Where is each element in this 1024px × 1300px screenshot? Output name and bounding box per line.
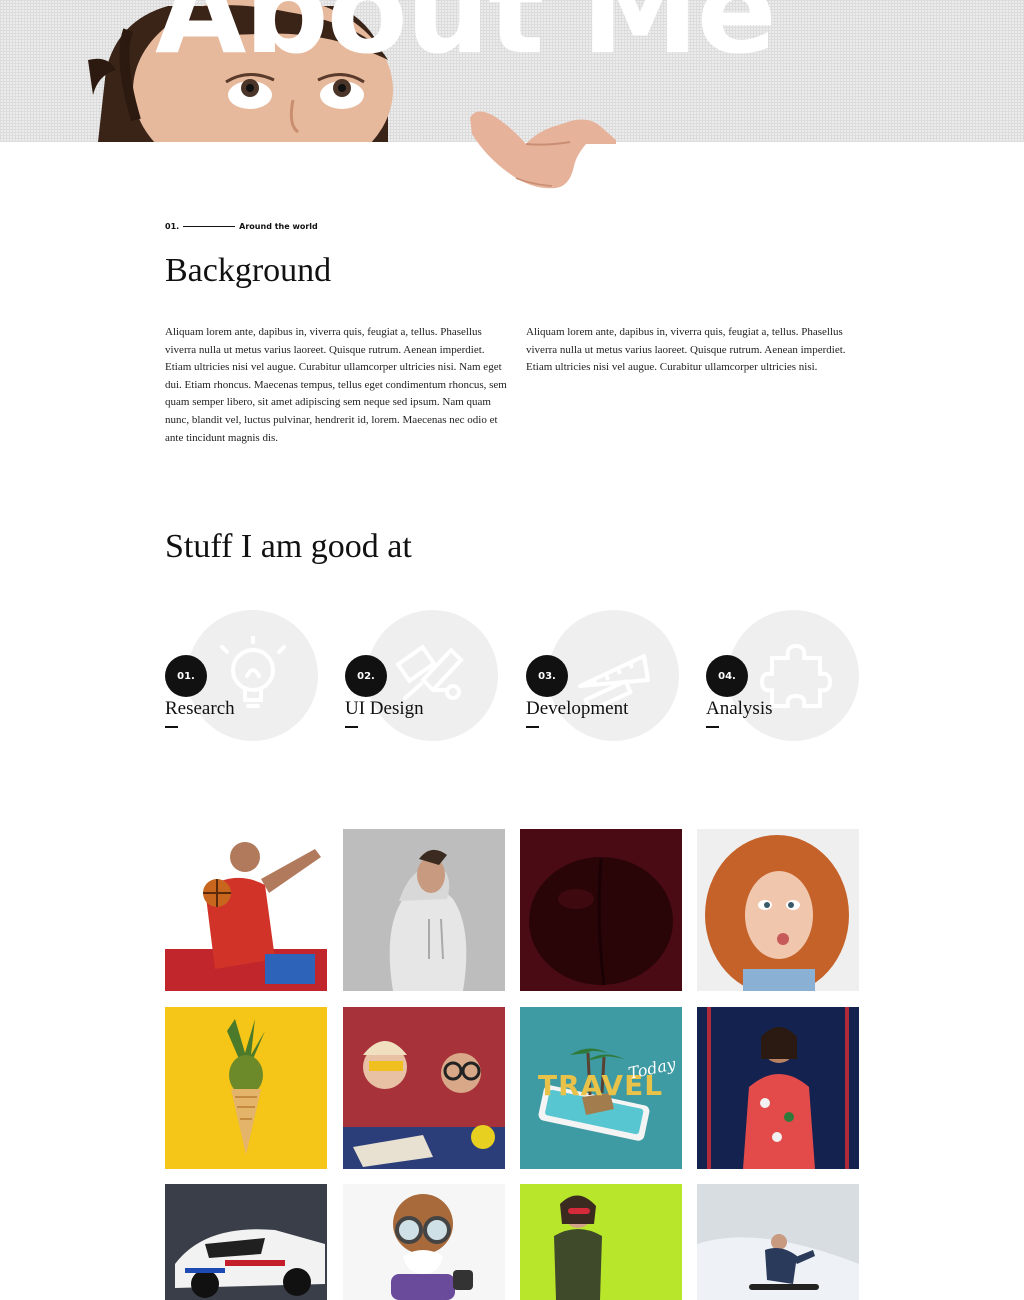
travel-phone-photo[interactable]: TRAVEL Today [520,1007,682,1169]
skill-number: 04. [706,655,748,697]
woman-hoodie-photo[interactable] [343,829,505,991]
skill-number: 02. [345,655,387,697]
background-paragraph-left: Aliquam lorem ante, dapibus in, viverra … [165,326,507,444]
skill-number: 03. [526,655,568,697]
speaker-woman-photo[interactable] [697,1007,859,1169]
hero-title: About Me [155,0,777,80]
pineapple-cone-photo[interactable] [165,1007,327,1169]
snowboarder-photo[interactable] [697,1184,859,1300]
skill-underline [526,726,539,728]
curly-redhead-photo[interactable] [697,829,859,991]
skills-heading: Stuff I am good at [165,528,412,565]
background-paragraph-right: Aliquam lorem ante, dapibus in, viverra … [526,326,846,374]
section-eyebrow: 01. Around the world [165,222,318,231]
skill-research[interactable]: 01. Research [165,608,345,748]
skill-number: 01. [165,655,207,697]
race-car-photo[interactable] [165,1184,327,1300]
section-index: 01. [165,222,180,231]
skill-underline [345,726,358,728]
skill-analysis[interactable]: 04. Analysis [706,608,886,748]
woman-green-photo[interactable] [520,1184,682,1300]
kids-science-photo[interactable] [343,1007,505,1169]
skill-underline [706,726,719,728]
skill-label: Research [165,698,235,719]
skill-ui-design[interactable]: 02. UI Design [345,608,525,748]
basketball-player-photo[interactable] [165,829,327,991]
eyebrow-divider [183,226,236,227]
dark-fruit-photo[interactable] [520,829,682,991]
background-heading: Background [165,252,332,289]
section-tagline: Around the world [239,222,318,231]
skill-underline [165,726,178,728]
skill-label: UI Design [345,698,424,719]
skill-label: Analysis [706,698,773,719]
skill-development[interactable]: 03. Development [526,608,706,748]
pilot-toy-photo[interactable] [343,1184,505,1300]
skill-label: Development [526,698,629,719]
hand-photo [470,111,616,189]
